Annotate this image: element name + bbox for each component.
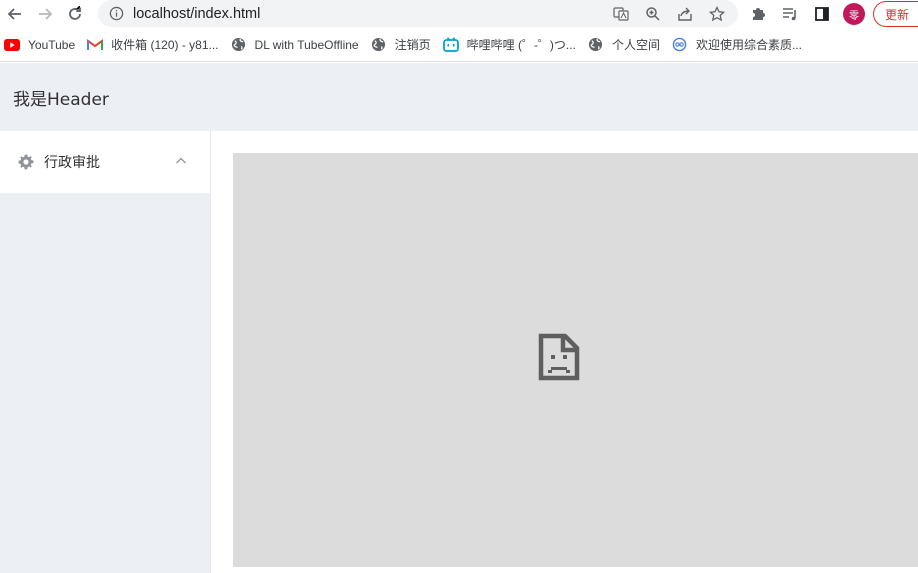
url-text[interactable]: localhost/index.html — [133, 6, 260, 22]
bookmark-label: YouTube — [28, 37, 76, 52]
site-info-button[interactable] — [107, 5, 125, 23]
share-button[interactable] — [672, 1, 698, 27]
puzzle-icon — [753, 8, 765, 20]
back-button[interactable] — [0, 0, 30, 28]
youtube-icon — [4, 37, 20, 53]
arrow-left-icon — [7, 8, 21, 20]
broken-document-icon — [538, 333, 580, 381]
embedded-frame[interactable] — [233, 153, 918, 567]
info-icon — [109, 6, 123, 21]
page-viewport: 我是Header 行政审批 — [0, 63, 918, 573]
update-button[interactable]: 更新 — [873, 1, 918, 27]
bookmark-label: 个人空间 — [611, 38, 660, 52]
bookmark-welcome[interactable]: 欢迎使用综合素质... — [668, 32, 810, 58]
zoom-icon — [646, 6, 660, 21]
reload-icon — [69, 6, 81, 20]
bookmark-label: 哔哩哔哩 (゜-゜)つ... — [466, 38, 576, 52]
side-panel-button[interactable] — [806, 0, 838, 28]
main-content — [211, 131, 918, 573]
header-title: 我是Header — [13, 89, 109, 110]
forward-button[interactable] — [30, 0, 60, 28]
bookmark-personal-space[interactable]: 个人空间 — [584, 32, 668, 58]
globe-icon — [371, 37, 387, 53]
star-icon — [709, 5, 725, 21]
chevron-up-icon — [176, 157, 186, 164]
media-control-button[interactable] — [774, 0, 806, 28]
translate-button[interactable] — [608, 1, 634, 27]
bookmark-star-button[interactable] — [704, 1, 730, 27]
bookmark-label: DL with TubeOffline — [254, 37, 359, 52]
bookmark-logout[interactable]: 注销页 — [367, 32, 439, 58]
site-icon — [672, 37, 688, 53]
globe-icon — [231, 37, 247, 53]
reload-button[interactable] — [60, 0, 90, 28]
bookmark-youtube[interactable]: YouTube — [0, 32, 83, 58]
browser-toolbar: localhost/index.html 零 更新 — [0, 0, 918, 28]
page-header: 我是Header — [0, 63, 918, 131]
side-panel-icon — [815, 7, 829, 21]
submenu-admin-approval[interactable]: 行政审批 — [0, 131, 210, 193]
bookmark-label: 注销页 — [394, 38, 431, 52]
zoom-button[interactable] — [640, 1, 666, 27]
address-bar[interactable]: localhost/index.html — [98, 0, 738, 27]
extensions-button[interactable] — [742, 0, 774, 28]
globe-icon — [588, 37, 604, 53]
translate-icon — [613, 6, 629, 21]
gmail-icon — [87, 37, 104, 53]
bookmark-tubeoffline[interactable]: DL with TubeOffline — [227, 32, 367, 58]
bookmark-label: 收件箱 (120) - y81... — [111, 38, 219, 52]
submenu-label: 行政审批 — [44, 155, 100, 171]
sidebar: 行政审批 — [0, 131, 211, 573]
bilibili-icon — [442, 37, 459, 53]
profile-avatar[interactable]: 零 — [843, 3, 865, 25]
gear-icon — [18, 154, 34, 170]
bookmarks-bar: YouTube 收件箱 (120) - y81... DL with TubeO… — [0, 28, 918, 62]
bookmark-bilibili[interactable]: 哔哩哔哩 (゜-゜)つ... — [439, 32, 584, 58]
arrow-right-icon — [39, 8, 53, 20]
bookmark-gmail[interactable]: 收件箱 (120) - y81... — [83, 32, 226, 58]
bookmark-label: 欢迎使用综合素质... — [695, 38, 802, 52]
playlist-icon — [783, 8, 796, 21]
share-icon — [678, 7, 692, 21]
